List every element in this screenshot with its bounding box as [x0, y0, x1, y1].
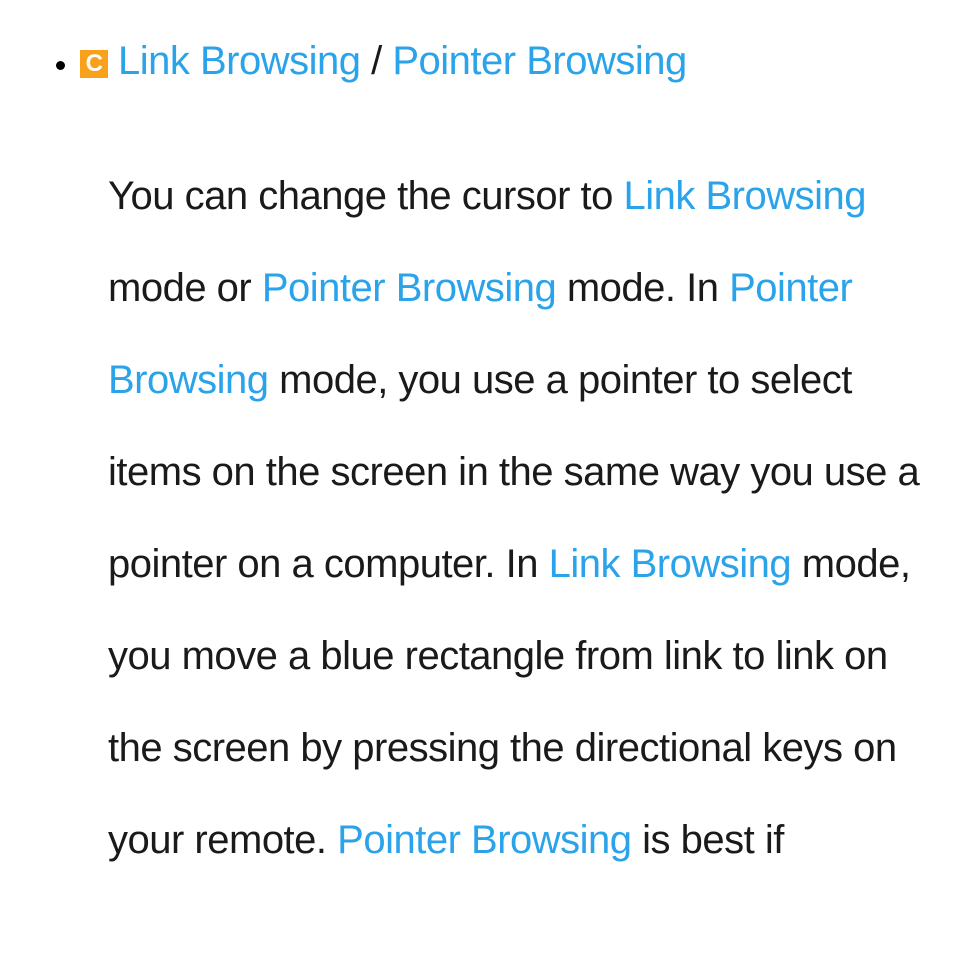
keyword-link-browsing: Link Browsing — [549, 542, 792, 586]
text-run: mode, you move a blue rectangle from lin… — [108, 542, 910, 862]
text-run: mode. In — [556, 266, 729, 310]
text-run: You can change the cursor to — [108, 174, 624, 218]
feature-list: C Link Browsing / Pointer Browsing You ca… — [32, 34, 922, 886]
heading-term-pointer-browsing: Pointer Browsing — [392, 39, 686, 83]
feature-heading: C Link Browsing / Pointer Browsing — [80, 34, 922, 88]
badge-c-icon: C — [80, 50, 108, 78]
keyword-link-browsing: Link Browsing — [624, 174, 867, 218]
feature-item: C Link Browsing / Pointer Browsing You ca… — [80, 34, 922, 886]
keyword-pointer-browsing: Pointer Browsing — [262, 266, 556, 310]
keyword-pointer-browsing: Pointer Browsing — [337, 818, 631, 862]
document-page: C Link Browsing / Pointer Browsing You ca… — [0, 0, 954, 886]
heading-separator: / — [361, 39, 393, 83]
text-run: mode or — [108, 266, 262, 310]
feature-description: You can change the cursor to Link Browsi… — [108, 150, 922, 886]
text-run: is best if — [632, 818, 784, 862]
heading-term-link-browsing: Link Browsing — [118, 39, 361, 83]
